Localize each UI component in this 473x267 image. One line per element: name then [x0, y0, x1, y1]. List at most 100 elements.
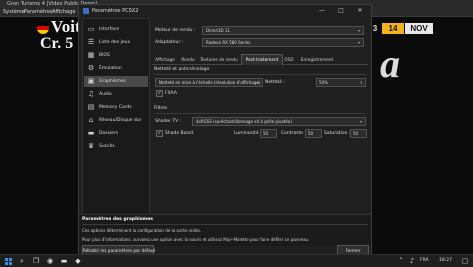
game-text-right: a	[380, 41, 400, 86]
sharpness-spinbox[interactable]: 50% ⇕	[316, 78, 366, 87]
settings-dialog: Paramètres PCSX2 — □ ✕ ▭ Interface ☰ Lis…	[78, 4, 372, 256]
tab-display[interactable]: Affichage	[152, 55, 178, 64]
minimize-button[interactable]: —	[315, 5, 329, 17]
sidebar-item-label: Liste des jeux	[99, 40, 130, 45]
folder-icon: ▬	[87, 129, 95, 137]
date-day: 14	[382, 23, 404, 34]
sidebar-item-label: Dossiers	[99, 131, 119, 136]
list-icon: ☰	[87, 38, 95, 46]
game-text-line1: Voit	[51, 17, 81, 36]
sidebar-item-label: Réseau/Disque dur	[99, 118, 142, 123]
sidebar-item-network[interactable]: ⌂ Réseau/Disque dur	[84, 115, 148, 126]
sidebar-item-label: Audio	[99, 92, 112, 97]
menu-parametres[interactable]: Paramètres	[24, 8, 53, 16]
search-icon[interactable]: ⌕	[17, 256, 27, 266]
fxaa-label: FXAA	[165, 91, 177, 96]
adapter-label: Adaptateur :	[155, 40, 184, 45]
speaker-icon: ♫	[87, 90, 95, 98]
tab-recording[interactable]: Enregistrement	[297, 55, 337, 64]
saturation-spinbox[interactable]: 50	[350, 129, 367, 138]
adapter-value: Radeon RX 580 Series	[206, 40, 251, 45]
sharpening-mode-value: Netteté en mise à l'échelle (résolution …	[159, 80, 261, 85]
maximize-button[interactable]: □	[334, 5, 348, 17]
dialog-title-bar: Paramètres PCSX2 — □ ✕	[79, 5, 371, 17]
section-divider	[154, 113, 366, 114]
clock[interactable]: 18:27	[439, 255, 452, 267]
fxaa-checkbox[interactable]: ✓	[156, 90, 163, 97]
chevron-down-icon: ▾	[256, 80, 259, 85]
shade-boost-label: Shade Boost	[165, 131, 194, 136]
sharpening-section-title: Netteté et anticrénelage	[154, 67, 210, 72]
graphics-tabs: Affichage Rendu Textures de rendu Post-t…	[152, 54, 368, 65]
help-panel: Paramètres des graphismes Ces options dé…	[79, 214, 371, 246]
renderer-select[interactable]: Direct3D 11 ▾	[202, 26, 364, 35]
sidebar-item-label: Interface	[99, 27, 120, 32]
pcsx2-taskbar-icon[interactable]: ◆	[73, 256, 83, 266]
sharpening-mode-select[interactable]: Netteté en mise à l'échelle (résolution …	[155, 78, 263, 87]
close-window-button[interactable]: ✕	[353, 5, 367, 17]
pcsx2-app-icon	[83, 8, 89, 14]
edge-browser-icon[interactable]: ◉	[45, 256, 55, 266]
saturation-label: Saturation :	[324, 131, 351, 136]
sharpness-value: 50%	[319, 80, 328, 85]
spin-arrows-icon: ⇕	[359, 80, 363, 85]
dialog-title: Paramètres PCSX2	[92, 8, 139, 14]
tab-rendering[interactable]: Rendu	[179, 55, 197, 64]
sidebar-item-bios[interactable]: ▦ BIOS	[84, 50, 148, 61]
chevron-down-icon: ▾	[357, 28, 360, 33]
tab-texture-replacement[interactable]: Textures de rendu	[198, 55, 240, 64]
gear-icon: ⚙	[87, 64, 95, 72]
renderer-value: Direct3D 11	[206, 28, 230, 33]
tv-shader-select[interactable]: 4xRGSS (suréchantillonnage x4 à grille p…	[192, 117, 366, 126]
sidebar-item-label: Succès	[99, 144, 115, 149]
adapter-select[interactable]: Radeon RX 580 Series ▾	[202, 38, 364, 47]
task-view-icon[interactable]: ❐	[31, 256, 41, 266]
renderer-label: Moteur de rendu :	[155, 28, 196, 33]
help-title: Paramètres des graphismes	[82, 217, 153, 222]
tab-osd[interactable]: OSD	[282, 55, 296, 64]
sidebar-item-label: Memory Cards	[99, 105, 132, 110]
settings-content: Moteur de rendu : Direct3D 11 ▾ Adaptateu…	[152, 18, 368, 213]
german-flag-icon	[37, 22, 49, 34]
section-divider	[154, 74, 366, 75]
chevron-down-icon: ▾	[357, 40, 360, 45]
tv-shader-label: Shader TV :	[155, 119, 182, 124]
chevron-up-icon[interactable]: ˄	[396, 256, 406, 266]
chip-icon: ▦	[87, 51, 95, 59]
sidebar-item-audio[interactable]: ♫ Audio	[84, 89, 148, 100]
contrast-spinbox[interactable]: 50	[305, 129, 322, 138]
network-icon: ⌂	[88, 116, 94, 124]
chevron-down-icon: ▾	[359, 119, 362, 124]
volume-icon[interactable]: ♪	[407, 256, 417, 266]
saturation-value: 50	[353, 131, 359, 136]
sidebar-item-game-list[interactable]: ☰ Liste des jeux	[84, 37, 148, 48]
sidebar-item-label: BIOS	[99, 53, 110, 58]
help-text-line1: Ces options déterminent la configuration…	[82, 228, 202, 233]
sidebar-item-graphics[interactable]: ▣ Graphismes	[84, 76, 148, 87]
filters-section-title: Filtres	[154, 106, 168, 111]
sidebar-item-label: Graphismes	[99, 79, 126, 84]
sidebar-item-emulation[interactable]: ⚙ Émulation	[84, 63, 148, 74]
brightness-value: 50	[263, 131, 269, 136]
help-divider	[82, 224, 368, 225]
brightness-spinbox[interactable]: 50	[260, 129, 277, 138]
game-text-line2: Cr. 5	[40, 35, 74, 52]
tv-shader-value: 4xRGSS (suréchantillonnage x4 à grille p…	[196, 119, 292, 124]
windows-start-icon[interactable]	[3, 256, 13, 266]
date-month: NOV	[405, 23, 433, 34]
sidebar-item-interface[interactable]: ▭ Interface	[84, 24, 148, 35]
menu-affichage[interactable]: Affichage	[52, 8, 76, 16]
tab-post-processing[interactable]: Post-traitement	[241, 54, 283, 65]
notifications-icon[interactable]: ▢	[460, 256, 470, 266]
file-explorer-icon[interactable]: ▬	[59, 256, 69, 266]
sidebar-item-memory-cards[interactable]: ▤ Memory Cards	[84, 102, 148, 113]
language-indicator[interactable]: FRA	[420, 255, 429, 267]
sharpness-label: Netteté :	[265, 80, 285, 85]
sidebar-item-folders[interactable]: ▬ Dossiers	[84, 128, 148, 139]
memory-card-icon: ▤	[87, 103, 95, 111]
monitor-icon: ▭	[87, 25, 95, 33]
shade-boost-checkbox[interactable]: ✓	[156, 130, 163, 137]
menu-systeme[interactable]: Système	[3, 8, 25, 16]
brightness-label: Luminosité :	[234, 131, 262, 136]
sidebar-item-achievements[interactable]: ♛ Succès	[84, 141, 148, 152]
